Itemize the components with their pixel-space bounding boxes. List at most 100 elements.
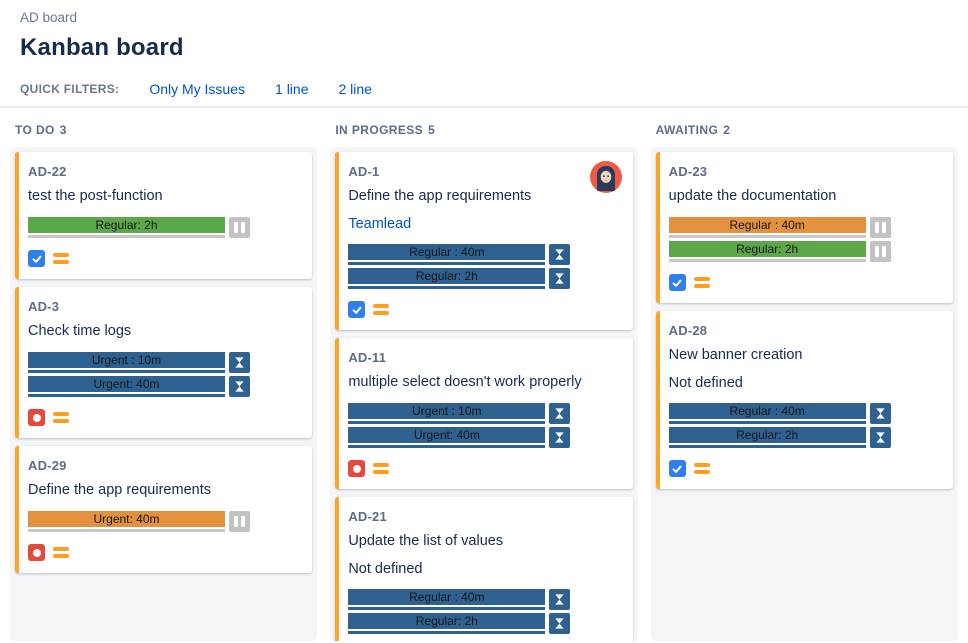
issue-card[interactable]: AD-11 multiple select doesn't work prope… [335, 338, 632, 489]
hourglass-button[interactable] [229, 376, 250, 397]
timer-track [669, 259, 866, 262]
card-footer [28, 250, 300, 267]
hourglass-button[interactable] [549, 613, 570, 634]
bug-icon [28, 409, 45, 426]
card-title: Update the list of values [348, 532, 620, 550]
card-title: update the documentation [669, 187, 941, 205]
card-key: AD-21 [348, 509, 620, 524]
card-key: AD-22 [28, 164, 300, 179]
pause-button[interactable] [229, 511, 250, 532]
issue-card[interactable]: AD-22 test the post-function Regular: 2h [15, 152, 312, 279]
issue-card[interactable]: AD-28 New banner creation Not defined Re… [656, 311, 953, 489]
column-name: TO DO [15, 123, 55, 137]
timer-row: Regular : 40m [669, 403, 891, 424]
hourglass-button[interactable] [549, 589, 570, 610]
task-icon [28, 250, 45, 267]
task-icon [348, 301, 365, 318]
timer-track [348, 607, 545, 610]
page-title: Kanban board [20, 34, 948, 62]
timer-list: Urgent: 40m [28, 511, 250, 532]
card-key: AD-23 [669, 164, 941, 179]
column-body: AD-22 test the post-function Regular: 2h… [10, 147, 317, 641]
card-footer [669, 274, 941, 291]
card-footer [348, 460, 620, 477]
hourglass-button[interactable] [549, 268, 570, 289]
column-count: 5 [428, 123, 435, 137]
timer-track [348, 421, 545, 424]
column-header: TO DO 3 [10, 108, 317, 147]
timer-label: Regular : 40m [348, 589, 545, 605]
hourglass-button[interactable] [549, 427, 570, 448]
timer-bar: Urgent : 10m [28, 352, 225, 373]
assignee-avatar [590, 161, 622, 193]
timer-track [28, 529, 225, 532]
quick-filter-1[interactable]: Only My Issues [149, 81, 245, 97]
column-body: AD-23 update the documentation Regular :… [651, 147, 958, 641]
hourglass-button[interactable] [549, 244, 570, 265]
card-title: Define the app requirements [28, 481, 300, 499]
hourglass-button[interactable] [870, 427, 891, 448]
card-title: multiple select doesn't work properly [348, 373, 620, 391]
priority-medium-icon [373, 304, 389, 315]
issue-card[interactable]: AD-29 Define the app requirements Urgent… [15, 446, 312, 573]
quick-filter-3[interactable]: 2 line [338, 81, 371, 97]
user-avatar-icon [590, 161, 622, 193]
issue-card[interactable]: AD-3 Check time logs Urgent : 10m Urgent… [15, 287, 312, 438]
column-header: AWAITING2 [651, 108, 958, 147]
bug-dot [33, 549, 41, 557]
priority-medium-icon [694, 463, 710, 474]
hourglass-button[interactable] [870, 403, 891, 424]
issue-card[interactable]: AD-21 Update the list of values Not defi… [335, 497, 632, 641]
timer-bar: Urgent: 40m [28, 511, 225, 532]
task-icon [669, 460, 686, 477]
timer-label: Regular: 2h [28, 217, 225, 233]
card-key: AD-28 [669, 323, 941, 338]
timer-row: Regular: 2h [669, 241, 891, 262]
timer-list: Urgent : 10m Urgent: 40m [28, 352, 250, 397]
issue-card[interactable]: AD-23 update the documentation Regular :… [656, 152, 953, 303]
timer-list: Regular: 2h [28, 217, 250, 238]
timer-row: Urgent: 40m [28, 511, 250, 532]
priority-medium-icon [53, 412, 69, 423]
column-name: AWAITING [656, 123, 719, 137]
pause-button[interactable] [870, 241, 891, 262]
priority-medium-icon [53, 253, 69, 264]
pause-button[interactable] [229, 217, 250, 238]
hourglass-button[interactable] [549, 403, 570, 424]
timer-row: Urgent: 40m [28, 376, 250, 397]
timer-label: Urgent : 10m [348, 403, 545, 419]
timer-bar: Regular: 2h [348, 613, 545, 634]
task-icon [669, 274, 686, 291]
issue-card[interactable]: AD-1 Define the app requirements Teamlea… [335, 152, 632, 330]
quick-filters: QUICK FILTERS: Only My Issues 1 line 2 lin… [20, 81, 948, 97]
bug-icon [348, 460, 365, 477]
pause-button[interactable] [870, 217, 891, 238]
card-footer [669, 460, 941, 477]
card-subtitle: Not defined [669, 375, 941, 391]
column-body: AD-1 Define the app requirements Teamlea… [330, 147, 637, 641]
priority-medium-icon [53, 547, 69, 558]
quick-filter-2[interactable]: 1 line [275, 81, 308, 97]
timer-track [669, 445, 866, 448]
card-title: Define the app requirements [348, 187, 620, 205]
timer-track [669, 421, 866, 424]
timer-label: Regular: 2h [669, 427, 866, 443]
timer-bar: Urgent : 10m [348, 403, 545, 424]
timer-row: Regular: 2h [28, 217, 250, 238]
timer-list: Urgent : 10m Urgent: 40m [348, 403, 570, 448]
hourglass-button[interactable] [229, 352, 250, 373]
timer-label: Regular: 2h [669, 241, 866, 257]
breadcrumb[interactable]: AD board [20, 10, 948, 25]
column-count: 3 [60, 123, 67, 137]
card-key: AD-29 [28, 458, 300, 473]
board: TO DO 3 AD-22 test the post-function Regu… [0, 108, 968, 641]
timer-list: Regular : 40m Regular: 2h [348, 244, 570, 289]
board-column: TO DO 3 AD-22 test the post-function Regu… [10, 108, 317, 641]
board-header: AD board Kanban board QUICK FILTERS: Onl… [0, 0, 968, 108]
quick-filters-label: QUICK FILTERS: [20, 82, 119, 96]
card-subtitle[interactable]: Teamlead [348, 216, 620, 232]
timer-track [28, 394, 225, 397]
timer-label: Regular: 2h [348, 613, 545, 629]
timer-bar: Regular : 40m [348, 244, 545, 265]
card-footer [348, 301, 620, 318]
